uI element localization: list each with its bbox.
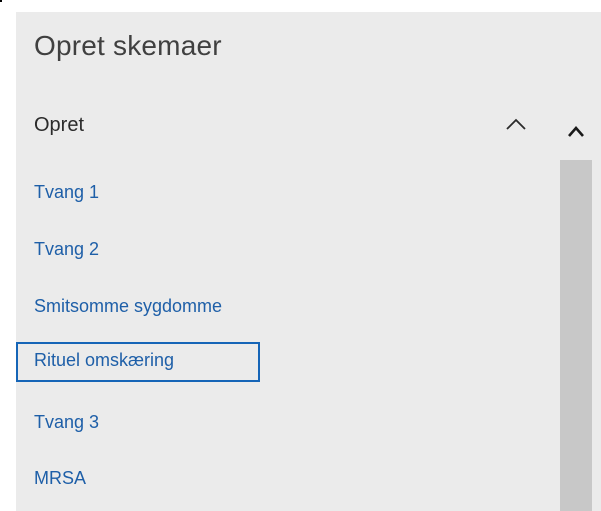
chevron-up-icon[interactable]	[504, 112, 528, 136]
section-label: Opret	[34, 114, 85, 136]
scroll-thumb[interactable]	[560, 160, 592, 511]
form-link-rituel-omskaering[interactable]: Rituel omskæring	[16, 342, 260, 382]
form-link-label: Rituel omskæring	[34, 350, 175, 370]
form-link-tvang-2[interactable]: Tvang 2	[16, 231, 260, 271]
form-link-label: MRSA	[34, 468, 87, 488]
scroll-track[interactable]	[560, 160, 592, 511]
scroll-up-button[interactable]	[560, 110, 592, 160]
form-link-tvang-1[interactable]: Tvang 1	[16, 174, 260, 214]
form-link-tvang-3[interactable]: Tvang 3	[16, 404, 260, 444]
form-link-label: Tvang 1	[34, 182, 100, 202]
form-link-label: Smitsomme sygdomme	[34, 296, 223, 316]
form-link-label: Tvang 3	[34, 412, 100, 432]
stray-dot	[0, 0, 2, 2]
form-link-mrsa[interactable]: MRSA	[16, 460, 260, 500]
panel-title: Opret skemaer	[34, 30, 222, 61]
section-header-opret[interactable]: Opret	[16, 110, 556, 146]
chevron-up-icon	[568, 126, 584, 137]
vertical-scrollbar[interactable]	[560, 110, 592, 511]
create-forms-panel: Opret skemaer Opret Tvang 1 Tvang 2 Smit…	[16, 12, 601, 511]
form-link-smitsomme-sygdomme[interactable]: Smitsomme sygdomme	[16, 288, 260, 328]
form-link-label: Tvang 2	[34, 239, 100, 259]
